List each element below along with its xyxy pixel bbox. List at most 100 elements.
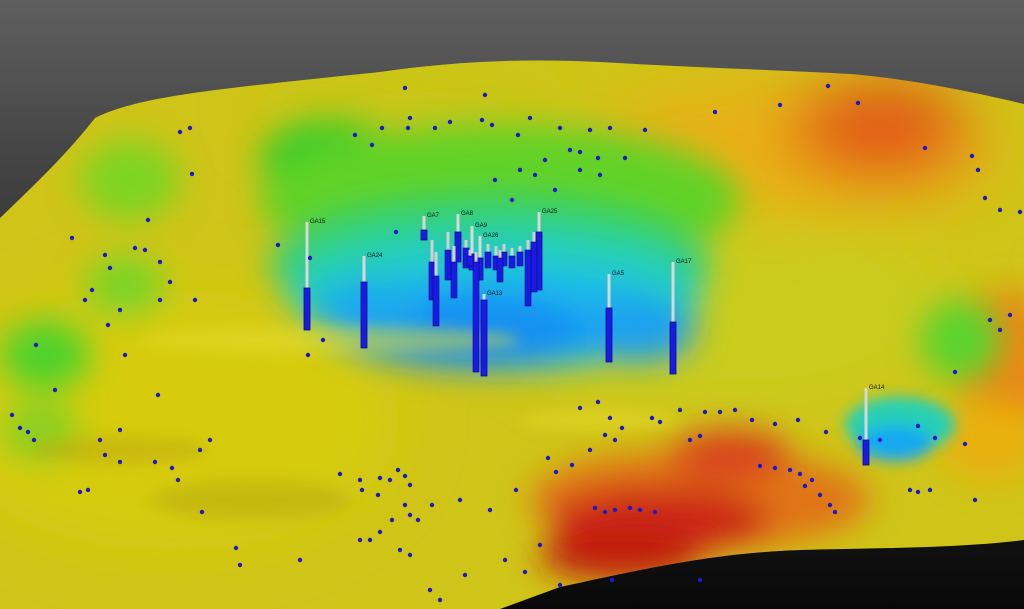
sample-point <box>532 172 538 178</box>
sample-point <box>777 102 783 108</box>
well-screen <box>360 281 368 349</box>
sample-point <box>987 317 993 323</box>
sample-point <box>369 142 375 148</box>
sample-point <box>9 412 15 418</box>
well-casing <box>537 212 541 232</box>
sample-point <box>375 492 381 498</box>
sample-point <box>607 415 613 421</box>
sample-point <box>607 125 613 131</box>
sample-point <box>513 487 519 493</box>
sample-point <box>817 492 823 498</box>
cluster-well-casing <box>494 246 498 256</box>
well-screen <box>454 231 462 263</box>
sample-point <box>612 507 618 513</box>
sample-point <box>577 167 583 173</box>
sample-point <box>509 197 515 203</box>
sample-point <box>1017 209 1023 215</box>
sample-point <box>393 229 399 235</box>
sample-point <box>597 172 603 178</box>
well-label: GA24 <box>367 253 383 259</box>
cluster-well-casing <box>498 250 502 258</box>
sample-point <box>649 415 655 421</box>
sample-point <box>297 557 303 563</box>
sample-point <box>922 145 928 151</box>
sample-point <box>407 552 413 558</box>
sample-point <box>915 489 921 495</box>
sample-point <box>132 245 138 251</box>
sample-point <box>197 447 203 453</box>
sample-point <box>577 405 583 411</box>
cluster-well-screen <box>524 249 532 307</box>
sample-point <box>152 459 158 465</box>
sample-point <box>107 265 113 271</box>
sample-point <box>487 507 493 513</box>
well-screen <box>420 229 428 241</box>
cluster-well-screen <box>508 255 516 269</box>
well-casing <box>305 222 309 288</box>
sample-point <box>142 247 148 253</box>
sample-point <box>437 597 443 603</box>
sample-point <box>117 427 123 433</box>
sample-point <box>237 562 243 568</box>
cluster-well-casing <box>502 244 506 252</box>
sample-point <box>389 517 395 523</box>
well-label: GA25 <box>542 209 558 215</box>
sample-point <box>982 195 988 201</box>
well-screen <box>605 307 613 363</box>
sample-point <box>609 577 615 583</box>
sample-point <box>337 471 343 477</box>
sample-point <box>447 119 453 125</box>
well-screen <box>480 299 488 377</box>
sample-point <box>557 582 563 588</box>
sample-point <box>637 507 643 513</box>
sample-point <box>657 419 663 425</box>
sample-point <box>407 482 413 488</box>
sample-point <box>795 417 801 423</box>
sample-point <box>569 462 575 468</box>
well-casing <box>864 388 868 440</box>
sample-point <box>749 417 755 423</box>
sample-point <box>199 509 205 515</box>
well-label: GA13 <box>487 291 503 297</box>
cluster-well-casing <box>452 246 456 262</box>
sample-point <box>697 577 703 583</box>
sample-point <box>407 512 413 518</box>
sample-point <box>542 157 548 163</box>
sample-point <box>612 437 618 443</box>
sample-point <box>402 473 408 479</box>
sample-point <box>157 259 163 265</box>
cluster-well-screen <box>444 249 452 281</box>
sample-point <box>405 125 411 131</box>
sample-point <box>969 153 975 159</box>
sample-point <box>787 467 793 473</box>
cluster-well-screen <box>516 251 524 267</box>
cluster-well-casing <box>532 232 536 242</box>
sample-point <box>25 429 31 435</box>
sample-point <box>527 115 533 121</box>
sample-point <box>102 252 108 258</box>
cluster-well-casing <box>464 240 468 248</box>
sample-point <box>402 85 408 91</box>
cluster-well-screen <box>432 275 440 327</box>
3d-terrain-viewport[interactable]: GA15 GA24 GA7 GA8 GA9 GA25 GA26 GA5 GA17 GA13 GA14 <box>0 0 1024 609</box>
sample-point <box>377 529 383 535</box>
well-screen <box>669 321 677 375</box>
sample-point <box>642 127 648 133</box>
sample-point <box>77 489 83 495</box>
cluster-well-casing <box>474 252 478 262</box>
well-screen <box>862 439 870 466</box>
well-casing <box>482 294 486 300</box>
cluster-well-casing <box>430 240 434 262</box>
sample-point <box>577 149 583 155</box>
sample-point <box>802 483 808 489</box>
sample-point <box>122 352 128 358</box>
sample-point <box>105 322 111 328</box>
sample-point <box>825 83 831 89</box>
cluster-well-casing <box>510 248 514 256</box>
sample-point <box>187 125 193 131</box>
sample-point <box>587 447 593 453</box>
well-casing <box>478 236 482 258</box>
sample-point <box>427 587 433 593</box>
sample-point <box>177 129 183 135</box>
sample-point <box>915 423 921 429</box>
